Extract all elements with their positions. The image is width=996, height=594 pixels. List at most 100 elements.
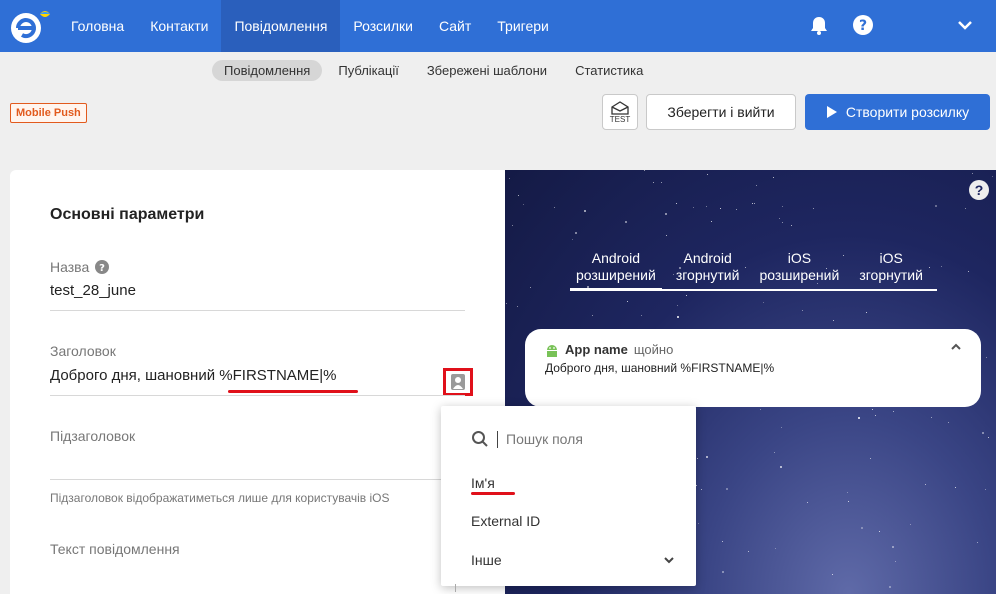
star — [518, 195, 520, 197]
star — [756, 184, 758, 186]
star — [720, 207, 722, 209]
nav-item-home[interactable]: Головна — [58, 0, 137, 52]
star — [971, 172, 973, 174]
preview-help-icon[interactable]: ? — [969, 180, 989, 200]
star — [530, 287, 532, 289]
star — [893, 410, 895, 412]
star — [790, 225, 792, 227]
star — [626, 300, 628, 302]
star — [762, 302, 764, 304]
create-campaign-button[interactable]: Створити розсилку — [805, 94, 990, 130]
tab-ios-expanded[interactable]: iOS розширений — [754, 250, 846, 289]
star — [832, 320, 834, 322]
scroll-indicator — [455, 584, 461, 592]
top-navbar: Головна Контакти Повідомлення Розсилки С… — [0, 0, 996, 52]
tab-label-line2: розширений — [575, 267, 656, 283]
star — [675, 203, 677, 205]
star — [773, 452, 775, 454]
subheader-underline — [50, 479, 465, 480]
test-send-button[interactable]: TEST — [602, 94, 638, 130]
star — [710, 220, 712, 222]
star — [721, 571, 724, 574]
header-underline — [50, 395, 465, 396]
star — [661, 182, 663, 184]
tab-label-line1: Android — [591, 250, 640, 266]
star — [889, 586, 892, 589]
tab-android-expanded[interactable]: Android розширений — [570, 250, 662, 291]
insert-field-button[interactable] — [443, 368, 473, 396]
bell-icon[interactable] — [808, 14, 830, 36]
field-option-external-id[interactable]: External ID — [471, 513, 540, 529]
tab-android-collapsed[interactable]: Android згорнутий — [662, 250, 754, 289]
header-input[interactable]: Доброго дня, шановний %FIRSTNAME|% — [50, 367, 337, 384]
notification-header: App name щойно — [545, 342, 673, 357]
name-label: Назва — [50, 259, 90, 275]
play-icon — [826, 106, 837, 118]
help-icon[interactable]: ? — [852, 14, 874, 36]
field-search-input[interactable]: Пошук поля — [471, 430, 583, 448]
tab-ios-collapsed[interactable]: iOS згорнутий — [845, 250, 937, 289]
star — [955, 486, 957, 488]
nav-item-triggers[interactable]: Тригери — [484, 0, 562, 52]
header-value-prefix: Доброго дня, шановний — [50, 367, 220, 384]
star — [643, 170, 645, 171]
star — [736, 208, 738, 210]
star — [832, 573, 834, 575]
star — [754, 202, 756, 204]
subheader-hint: Підзаголовок відображатиметься лише для … — [50, 491, 390, 505]
notification-body: Доброго дня, шановний %FIRSTNAME|% — [545, 361, 775, 375]
tab-label-line1: Android — [683, 250, 732, 266]
variable-highlight-underline — [228, 390, 358, 393]
star — [780, 426, 782, 428]
app-logo[interactable] — [8, 6, 54, 46]
question-icon[interactable]: ? — [95, 260, 110, 274]
android-icon — [547, 344, 557, 357]
name-underline — [50, 310, 465, 311]
settings-card: Основні параметри Назва ? test_28_june З… — [10, 170, 505, 594]
field-picker-dropdown: Пошук поля Ім'я External ID Інше — [441, 406, 696, 586]
name-label-group: Назва ? — [50, 259, 110, 275]
save-and-exit-button[interactable]: Зберегти і вийти — [646, 94, 796, 130]
star — [676, 315, 679, 318]
field-option-other[interactable]: Інше — [471, 552, 502, 568]
nav-item-campaigns[interactable]: Розсилки — [340, 0, 426, 52]
star — [934, 204, 937, 207]
star — [875, 414, 877, 416]
star — [988, 436, 990, 438]
star — [706, 455, 709, 458]
nav-item-contacts[interactable]: Контакти — [137, 0, 221, 52]
test-label: TEST — [609, 114, 631, 124]
nav-item-messages[interactable]: Повідомлення — [221, 0, 341, 52]
star — [759, 409, 761, 411]
account-chevron-down-icon[interactable] — [954, 14, 976, 36]
preview-tabs: Android розширений Android згорнутий iOS… — [570, 250, 937, 291]
subnav-messages[interactable]: Повідомлення — [212, 60, 323, 81]
star — [748, 550, 750, 552]
star — [947, 421, 949, 423]
star — [910, 524, 912, 526]
star — [677, 304, 679, 306]
subnav-statistics[interactable]: Статистика — [563, 60, 655, 81]
star — [992, 175, 994, 177]
tab-label-line1: iOS — [787, 250, 812, 266]
star — [685, 295, 687, 297]
nav-item-site[interactable]: Сайт — [426, 0, 484, 52]
subnav-saved-templates[interactable]: Збережені шаблони — [415, 60, 559, 81]
star — [624, 221, 627, 224]
star — [505, 302, 507, 304]
create-campaign-label: Створити розсилку — [845, 104, 970, 120]
chevron-up-icon[interactable] — [950, 341, 962, 353]
main-nav: Головна Контакти Повідомлення Розсилки С… — [58, 0, 562, 52]
subnav-publications[interactable]: Публікації — [326, 60, 410, 81]
star — [781, 222, 783, 224]
option-highlight-underline — [471, 492, 515, 495]
name-input[interactable]: test_28_june — [50, 282, 136, 299]
star — [860, 527, 863, 530]
chevron-down-icon[interactable] — [663, 554, 675, 566]
star — [871, 409, 873, 411]
star — [812, 208, 814, 210]
star — [665, 212, 668, 215]
tab-label-line1: iOS — [879, 250, 903, 266]
field-option-first-name[interactable]: Ім'я — [471, 475, 495, 491]
star — [847, 491, 848, 493]
